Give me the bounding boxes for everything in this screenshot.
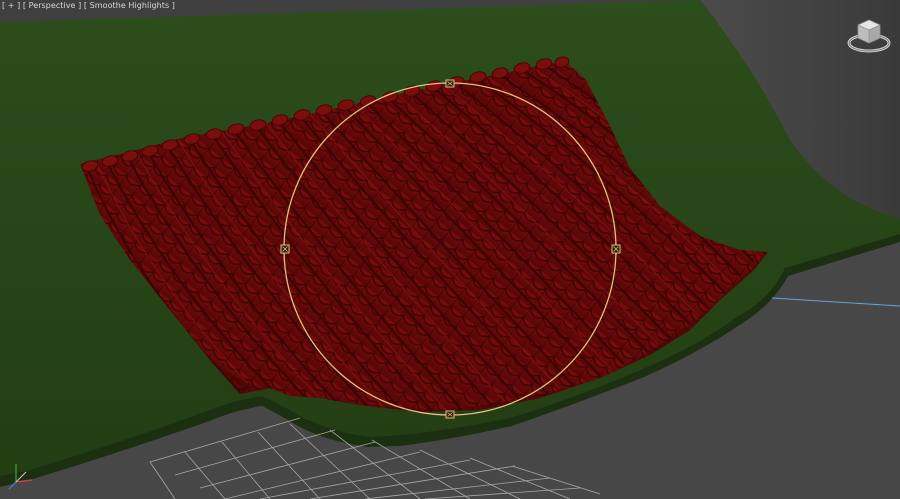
viewport-menu-shading[interactable]: [ Smoothe Highlights ] — [84, 1, 175, 10]
viewcube-icon[interactable] — [846, 16, 892, 54]
viewport-menu-view[interactable]: [ Perspective ] — [23, 1, 81, 10]
axis-tripod-icon — [8, 464, 33, 490]
gizmo-handle-icon[interactable] — [611, 244, 621, 254]
gizmo-handle-icon[interactable] — [445, 410, 455, 419]
viewport-label[interactable]: [ + ] [ Perspective ] [ Smoothe Highligh… — [2, 1, 175, 11]
viewport-menu-plus[interactable]: [ + ] — [2, 1, 20, 10]
gizmo-handle-icon[interactable] — [445, 79, 455, 88]
gizmo-handle-icon[interactable] — [280, 244, 290, 254]
viewport-scene[interactable] — [0, 0, 900, 499]
perspective-viewport[interactable]: [ + ] [ Perspective ] [ Smoothe Highligh… — [0, 0, 900, 499]
